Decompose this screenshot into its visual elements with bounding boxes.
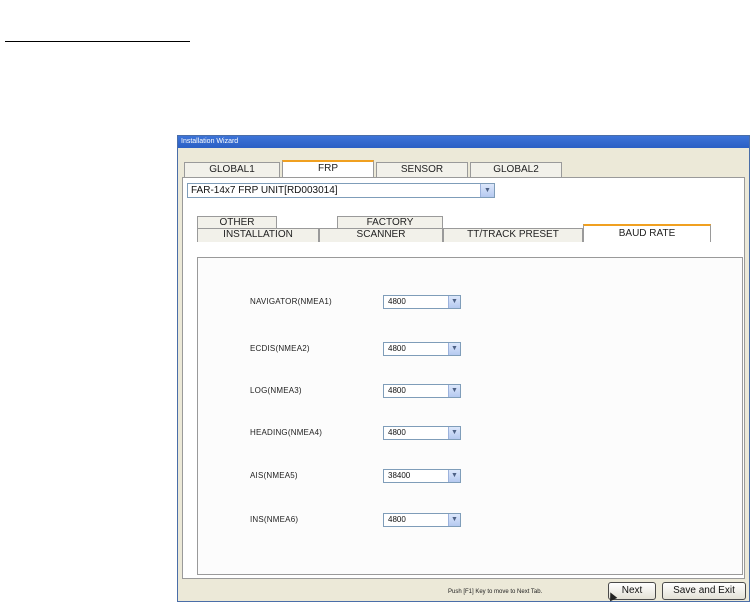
chevron-down-icon[interactable]: ▼ bbox=[448, 427, 460, 439]
heading-label: HEADING(NMEA4) bbox=[250, 428, 323, 437]
baud-rate-panel: NAVIGATOR(NMEA1) 4800 ▼ ECDIS(NMEA2) 480… bbox=[197, 257, 743, 575]
ais-baud-value: 38400 bbox=[388, 471, 411, 480]
log-label: LOG(NMEA3) bbox=[250, 386, 302, 395]
window-title: Installation Wizard bbox=[178, 136, 749, 148]
tab-scanner[interactable]: SCANNER bbox=[319, 228, 443, 242]
navigator-label: NAVIGATOR(NMEA1) bbox=[250, 297, 332, 306]
top-rule bbox=[5, 41, 190, 42]
tab-global2[interactable]: GLOBAL2 bbox=[470, 162, 562, 177]
heading-baud-value: 4800 bbox=[388, 428, 406, 437]
chevron-down-icon[interactable]: ▼ bbox=[448, 385, 460, 397]
ecdis-baud-value: 4800 bbox=[388, 344, 406, 353]
frp-panel: FAR-14x7 FRP UNIT[RD003014] ▼ OTHER FACT… bbox=[182, 177, 745, 579]
heading-baud-select[interactable]: 4800 ▼ bbox=[383, 426, 461, 440]
unit-select[interactable]: FAR-14x7 FRP UNIT[RD003014] ▼ bbox=[187, 183, 495, 198]
chevron-down-icon[interactable]: ▼ bbox=[480, 184, 494, 197]
ins-baud-value: 4800 bbox=[388, 515, 406, 524]
unit-select-value: FAR-14x7 FRP UNIT[RD003014] bbox=[191, 185, 338, 196]
ecdis-baud-select[interactable]: 4800 ▼ bbox=[383, 342, 461, 356]
save-and-exit-button[interactable]: Save and Exit bbox=[662, 582, 746, 600]
chevron-down-icon[interactable]: ▼ bbox=[448, 296, 460, 308]
log-baud-select[interactable]: 4800 ▼ bbox=[383, 384, 461, 398]
tab-sensor[interactable]: SENSOR bbox=[376, 162, 468, 177]
tab-global1[interactable]: GLOBAL1 bbox=[184, 162, 280, 177]
navigator-baud-value: 4800 bbox=[388, 297, 406, 306]
tab-baud-rate[interactable]: BAUD RATE bbox=[583, 224, 711, 242]
tab-installation[interactable]: INSTALLATION bbox=[197, 228, 319, 242]
navigator-baud-select[interactable]: 4800 ▼ bbox=[383, 295, 461, 309]
chevron-down-icon[interactable]: ▼ bbox=[448, 514, 460, 526]
ais-label: AIS(NMEA5) bbox=[250, 471, 298, 480]
installation-wizard-window: Installation Wizard GLOBAL1 FRP SENSOR G… bbox=[177, 135, 750, 602]
chevron-down-icon[interactable]: ▼ bbox=[448, 470, 460, 482]
ins-label: INS(NMEA6) bbox=[250, 515, 299, 524]
tab-tt-track-preset[interactable]: TT/TRACK PRESET bbox=[443, 228, 583, 242]
tab-frp[interactable]: FRP bbox=[282, 160, 374, 177]
ecdis-label: ECDIS(NMEA2) bbox=[250, 344, 310, 353]
next-tab-hint: Push [F1] Key to move to Next Tab. bbox=[448, 589, 543, 595]
log-baud-value: 4800 bbox=[388, 386, 406, 395]
ais-baud-select[interactable]: 38400 ▼ bbox=[383, 469, 461, 483]
ins-baud-select[interactable]: 4800 ▼ bbox=[383, 513, 461, 527]
chevron-down-icon[interactable]: ▼ bbox=[448, 343, 460, 355]
